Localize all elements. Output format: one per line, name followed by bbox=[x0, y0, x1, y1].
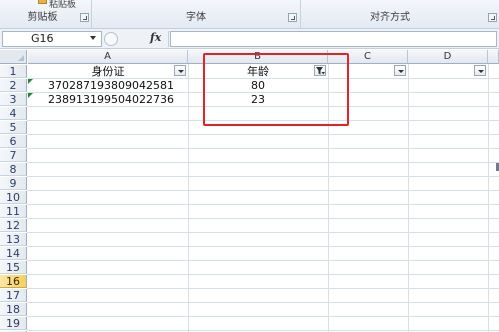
formula-divider bbox=[168, 31, 169, 47]
row-header-13[interactable]: 13 bbox=[0, 233, 27, 246]
paste-icon bbox=[38, 0, 47, 4]
formula-bar: G16 fx bbox=[0, 29, 499, 49]
row-header-9[interactable]: 9 bbox=[0, 177, 27, 190]
clipboard-group-label: 剪贴板 bbox=[27, 12, 58, 23]
row-header-19[interactable]: 19 bbox=[0, 317, 27, 330]
gridline bbox=[27, 288, 499, 289]
filter-dropdown-d[interactable] bbox=[474, 65, 486, 76]
row-header-7[interactable]: 7 bbox=[0, 149, 27, 162]
paste-button[interactable]: 粘贴板 bbox=[38, 0, 98, 10]
row-header-2[interactable]: 2 bbox=[0, 79, 27, 92]
row-header-4[interactable]: 4 bbox=[0, 107, 27, 120]
gridline bbox=[488, 64, 489, 332]
highlight-annotation-box bbox=[203, 53, 349, 126]
cell-a3[interactable]: 238913199504022736 bbox=[28, 93, 188, 106]
row-header-18[interactable]: 18 bbox=[0, 303, 27, 316]
row-header-16[interactable]: 16 bbox=[0, 275, 27, 288]
row-header-8[interactable]: 8 bbox=[0, 163, 27, 176]
cell-a2[interactable]: 370287193809042581 bbox=[28, 79, 188, 92]
font-launcher-icon[interactable] bbox=[288, 13, 297, 22]
paste-label: 粘贴板 bbox=[49, 0, 77, 10]
row-header-5[interactable]: 5 bbox=[0, 121, 27, 134]
gridline bbox=[27, 316, 499, 317]
row-header-10[interactable]: 10 bbox=[0, 191, 27, 204]
row-header-3[interactable]: 3 bbox=[0, 93, 27, 106]
gridline bbox=[27, 330, 499, 331]
gridline bbox=[27, 190, 499, 191]
gridline bbox=[27, 176, 499, 177]
gridline bbox=[27, 218, 499, 219]
column-header-d[interactable]: D bbox=[408, 50, 488, 64]
gridline bbox=[27, 260, 499, 261]
formula-bar-resize-handle[interactable] bbox=[104, 32, 118, 46]
row-header-17[interactable]: 17 bbox=[0, 289, 27, 302]
row-header-1[interactable]: 1 bbox=[0, 65, 27, 78]
clipboard-launcher-icon[interactable] bbox=[80, 13, 89, 22]
chevron-down-icon[interactable] bbox=[90, 36, 96, 40]
row-header-15[interactable]: 15 bbox=[0, 261, 27, 274]
formula-input[interactable] bbox=[170, 31, 497, 47]
alignment-launcher-icon[interactable] bbox=[488, 13, 497, 22]
gridline bbox=[27, 148, 499, 149]
gridline bbox=[27, 232, 499, 233]
gridline bbox=[27, 302, 499, 303]
row-header-12[interactable]: 12 bbox=[0, 219, 27, 232]
ribbon: 粘贴板 剪贴板 字体 对齐方式 bbox=[0, 0, 499, 29]
cell-a1[interactable]: 身份证 bbox=[28, 65, 188, 78]
font-group-label: 字体 bbox=[186, 12, 206, 23]
name-box[interactable]: G16 bbox=[2, 31, 102, 47]
alignment-group-label: 对齐方式 bbox=[370, 12, 410, 23]
gridline bbox=[27, 274, 499, 275]
column-header-a[interactable]: A bbox=[28, 50, 188, 64]
select-all-button[interactable] bbox=[0, 50, 27, 64]
filter-dropdown-c[interactable] bbox=[394, 65, 406, 76]
filter-dropdown-a[interactable] bbox=[174, 65, 186, 76]
row-header-11[interactable]: 11 bbox=[0, 205, 27, 218]
row-header-14[interactable]: 14 bbox=[0, 247, 27, 260]
gridline bbox=[27, 246, 499, 247]
gridline bbox=[27, 204, 499, 205]
row-header-6[interactable]: 6 bbox=[0, 135, 27, 148]
gridline bbox=[27, 134, 499, 135]
gridline bbox=[408, 64, 409, 332]
column-header-e[interactable] bbox=[488, 50, 499, 64]
gridline bbox=[27, 162, 499, 163]
insert-function-icon[interactable]: fx bbox=[150, 31, 161, 44]
